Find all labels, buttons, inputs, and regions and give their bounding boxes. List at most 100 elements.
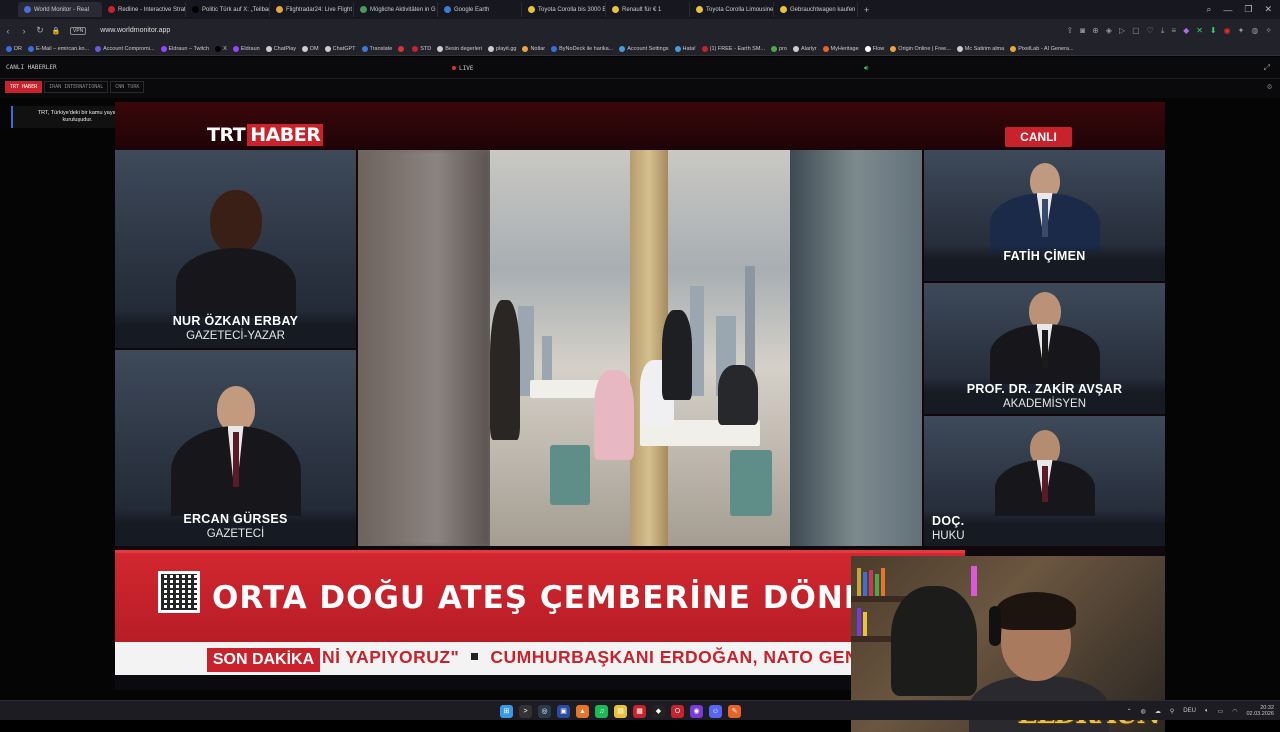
- snapshot-icon[interactable]: ▢: [1132, 26, 1140, 35]
- terminal-icon[interactable]: >: [519, 704, 532, 718]
- bookmark-item[interactable]: STD: [412, 45, 431, 52]
- bookmark-favicon-icon: [1010, 45, 1017, 52]
- extension-red-icon[interactable]: ◉: [1224, 26, 1231, 35]
- app-orange2-icon[interactable]: ✎: [728, 704, 741, 718]
- bookmark-item[interactable]: Account Settings: [619, 45, 669, 52]
- bookmark-item[interactable]: Besin degerleri: [437, 45, 482, 52]
- bookmark-item[interactable]: ChatGPT: [324, 45, 356, 52]
- browser-tab[interactable]: Renault für € 1: [606, 2, 690, 17]
- extensions-bar: ⇪ ◙ ⊕ ◈ ▷ ▢ ♡ ⤓ ≡ ◆ ✕ ⬇ ◉ ✦ ◍ ✧: [1067, 19, 1272, 42]
- wifi-icon[interactable]: ◠: [1232, 708, 1237, 715]
- bookmark-favicon-icon: [551, 45, 558, 52]
- bookmark-item[interactable]: Mc Satirim alma: [956, 45, 1004, 52]
- spotify-icon[interactable]: ♫: [595, 704, 608, 718]
- play-icon[interactable]: ▷: [1119, 26, 1125, 35]
- browser-tab[interactable]: Google Earth: [438, 2, 522, 17]
- minimize-button[interactable]: —: [1223, 5, 1232, 15]
- app-blue-icon[interactable]: ▣: [557, 704, 570, 718]
- bookmark-item[interactable]: Translate: [361, 45, 392, 52]
- bookmark-item[interactable]: Notlar: [522, 45, 545, 52]
- bookmark-item[interactable]: ChatPlay: [265, 45, 296, 52]
- search-tabs-icon[interactable]: ⌕: [1206, 4, 1211, 15]
- guest-caption: NUR ÖZKAN ERBAY GAZETECİ-YAZAR: [115, 310, 356, 348]
- vpn-badge[interactable]: VPN: [70, 26, 87, 35]
- bookmark-item[interactable]: Alarlyr: [792, 45, 817, 52]
- video-stage[interactable]: TRT, Türkiye'deki bir kamu yayın kuruluş…: [0, 98, 1280, 732]
- app-purple-icon[interactable]: ◉: [690, 704, 703, 718]
- browser-tab[interactable]: Flightradar24: Live Flight: [270, 2, 354, 17]
- bookmark-item[interactable]: [398, 45, 406, 52]
- url-field[interactable]: www.worldmonitor.app: [100, 27, 170, 34]
- bookmark-item[interactable]: (1) FREE - Earth SM...: [701, 45, 765, 52]
- download-icon[interactable]: ⤓: [1161, 26, 1165, 36]
- guest-caption: ERCAN GÜRSES GAZETECİ: [115, 508, 356, 546]
- reload-icon[interactable]: ↻: [32, 25, 48, 36]
- speaker-icon[interactable]: 🔊︎: [864, 64, 868, 73]
- profile-icon[interactable]: ◍: [1251, 26, 1258, 35]
- bookmark-item[interactable]: playit.gg: [487, 45, 516, 52]
- back-icon[interactable]: ‹: [0, 26, 16, 36]
- forward-icon[interactable]: ›: [16, 26, 32, 36]
- bookmark-label: Besin degerleri: [445, 45, 482, 52]
- extension-x-icon[interactable]: ✕: [1196, 26, 1203, 35]
- new-tab-button[interactable]: +: [864, 5, 869, 15]
- bookmark-favicon-icon: [232, 45, 239, 52]
- extension-download-icon[interactable]: ⬇: [1210, 26, 1217, 35]
- settings-gear-icon[interactable]: ⚙: [1267, 82, 1272, 91]
- bookmark-item[interactable]: Flow: [864, 45, 884, 52]
- explorer-icon[interactable]: ▤: [614, 704, 627, 718]
- channel-tab[interactable]: CNN TURK: [110, 81, 145, 93]
- bookmark-item[interactable]: Eldraun: [232, 45, 260, 52]
- channel-tab[interactable]: IRAN INTERNATIONAL: [44, 81, 109, 93]
- app-dark-icon[interactable]: ◆: [652, 704, 665, 718]
- bookmark-item[interactable]: ByNoDeck ile harika...: [551, 45, 613, 52]
- clock[interactable]: 20:32 02.03.2026: [1246, 705, 1274, 717]
- browser-tab[interactable]: Mögliche Aktivitäten in G: [354, 2, 438, 17]
- steam-icon[interactable]: ◎: [538, 704, 551, 718]
- tray-network-icon[interactable]: ☁: [1155, 708, 1161, 715]
- aria-icon[interactable]: ◆: [1183, 26, 1189, 35]
- browser-tab[interactable]: Toyota Corolla Limousine: [690, 2, 774, 17]
- bookmark-item[interactable]: PixelLab - AI Genera...: [1010, 45, 1074, 52]
- bookmark-item[interactable]: X: [215, 45, 227, 52]
- bookmark-item[interactable]: E-Mail – emircan.ko...: [27, 45, 89, 52]
- maximize-button[interactable]: ❐: [1244, 4, 1252, 15]
- tray-language[interactable]: DEU: [1183, 708, 1196, 714]
- share-icon[interactable]: ⇪: [1067, 26, 1074, 35]
- ai-icon[interactable]: ✧: [1265, 26, 1272, 35]
- browser-tab[interactable]: World Monitor - Real: [18, 2, 102, 17]
- start-icon[interactable]: ⊞: [500, 704, 513, 718]
- extension-puzzle-icon[interactable]: ✦: [1238, 26, 1245, 35]
- bookmark-item[interactable]: Hata!: [674, 45, 696, 52]
- opera-icon[interactable]: O: [671, 704, 684, 718]
- zoom-icon[interactable]: ⊕: [1092, 26, 1099, 35]
- browser-tab[interactable]: Politic Türk auf X: „Teilban: [186, 2, 270, 17]
- tray-chevron-icon[interactable]: ⌃: [1127, 708, 1132, 715]
- channel-tab[interactable]: TRT HABER: [5, 81, 43, 93]
- volume-icon[interactable]: 🔈︎: [1205, 708, 1209, 715]
- bookmark-item[interactable]: DR: [6, 45, 22, 52]
- close-button[interactable]: ✕: [1264, 4, 1272, 15]
- browser-tab[interactable]: Redline - Interactive Strat: [102, 2, 186, 17]
- bookmark-item[interactable]: Account Compromi...: [95, 45, 155, 52]
- app-red-icon[interactable]: ▦: [633, 704, 646, 718]
- camera-icon[interactable]: ◙: [1080, 26, 1085, 35]
- bookmark-item[interactable]: pro: [771, 45, 787, 52]
- discord-icon[interactable]: ☺: [709, 704, 722, 718]
- bookmark-item[interactable]: Eldraun – Twitch: [160, 45, 209, 52]
- browser-tab[interactable]: Gebrauchtwagen kaufen l: [774, 2, 858, 17]
- vpn-shield-icon[interactable]: ◈: [1106, 26, 1112, 35]
- tray-app-icon[interactable]: ◍: [1141, 708, 1146, 715]
- bookmark-item[interactable]: MyHeritage: [822, 45, 859, 52]
- menu-icon[interactable]: ≡: [1171, 26, 1176, 35]
- logo-trt: TRT: [207, 124, 246, 146]
- display-icon[interactable]: ▭: [1218, 708, 1224, 715]
- app-orange-icon[interactable]: ▲: [576, 704, 589, 718]
- tray-mic-icon[interactable]: ⚲: [1170, 708, 1174, 715]
- bookmark-item[interactable]: Origin Online | Free...: [890, 45, 951, 52]
- browser-tab[interactable]: Toyota Corolla bis 3000 E: [522, 2, 606, 17]
- guest-caption: DOÇ. HUKU: [924, 510, 1165, 546]
- bookmark-item[interactable]: DM: [302, 45, 319, 52]
- expand-icon[interactable]: ⤢: [1264, 63, 1270, 73]
- heart-icon[interactable]: ♡: [1147, 26, 1154, 35]
